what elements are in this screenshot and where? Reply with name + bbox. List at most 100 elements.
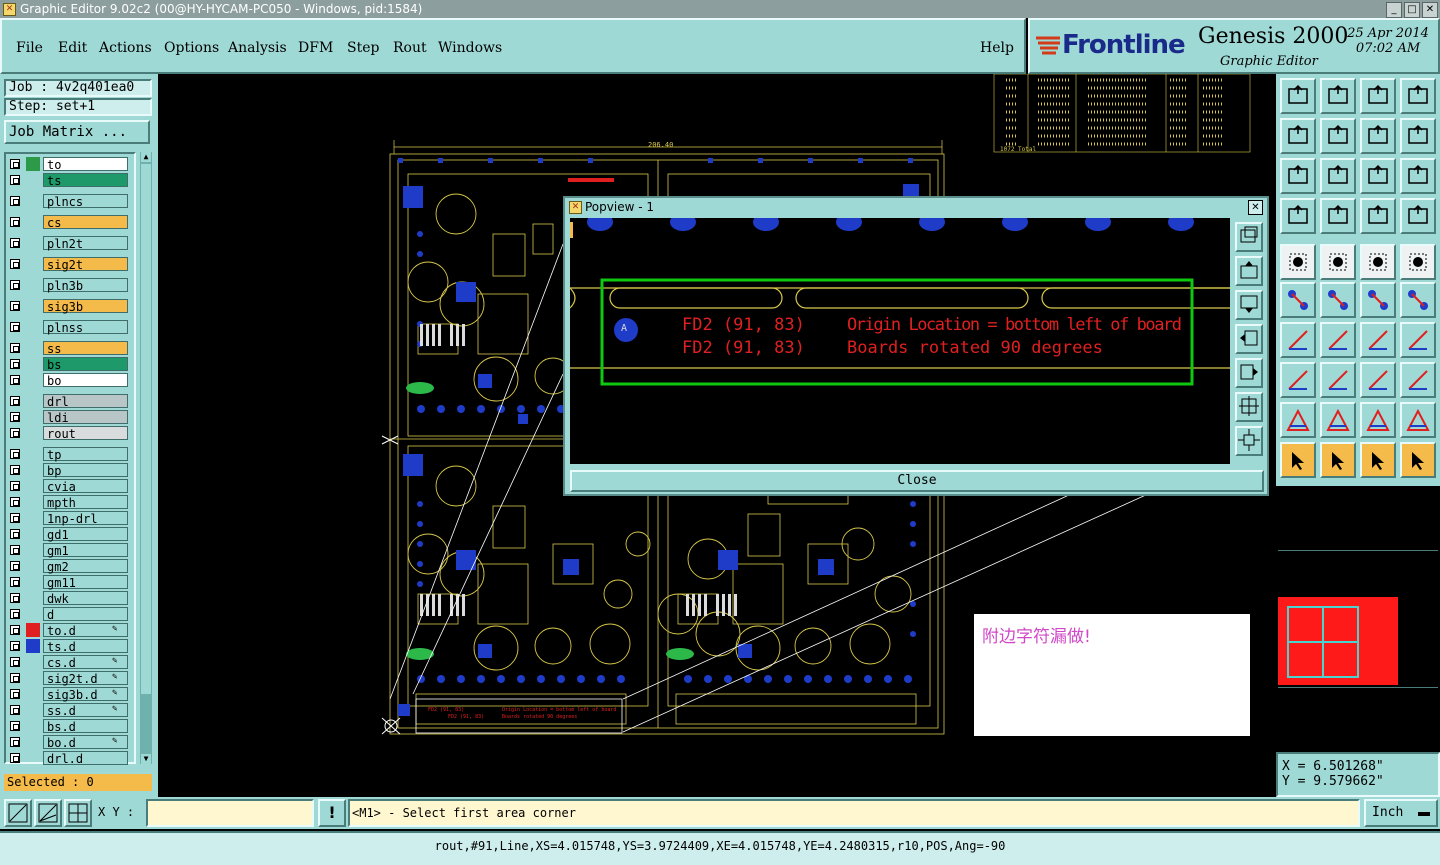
layer-name[interactable]: plnss [43, 320, 128, 335]
layer-checkbox[interactable] [10, 343, 20, 353]
layer-row-gm1[interactable]: gm1 [6, 542, 138, 558]
layer-checkbox[interactable] [10, 529, 20, 539]
layer-name[interactable]: rout [43, 426, 128, 441]
layer-color-swatch[interactable] [26, 373, 40, 387]
layer-checkbox[interactable] [10, 259, 20, 269]
layer-color-swatch[interactable] [26, 426, 40, 440]
layer-row-to-d[interactable]: to.d ✎ [6, 622, 138, 638]
layer-name[interactable]: pln2t [43, 236, 128, 251]
layer-checkbox[interactable] [10, 301, 20, 311]
snap-tool-button-2[interactable] [34, 799, 62, 827]
layer-name[interactable]: cvia [43, 479, 128, 494]
layer-checkbox[interactable] [10, 322, 20, 332]
minimize-button[interactable]: _ [1386, 2, 1402, 18]
layer-row-sig3b[interactable]: sig3b [6, 298, 138, 314]
layer-name[interactable]: gd1 [43, 527, 128, 542]
layer-name[interactable]: ts.d [43, 639, 128, 654]
layer-checkbox[interactable] [10, 375, 20, 385]
layer-color-swatch[interactable] [26, 157, 40, 171]
layer-row-drl-d[interactable]: drl.d [6, 750, 138, 766]
home-view-tool-button[interactable] [1280, 78, 1316, 114]
overview-map[interactable] [1278, 550, 1438, 688]
layer-checkbox[interactable] [10, 359, 20, 369]
layer-row-gm11[interactable]: gm11 [6, 574, 138, 590]
layer-checkbox[interactable] [10, 625, 20, 635]
layer-name[interactable]: drl.d [43, 751, 128, 766]
layer-checkbox[interactable] [10, 657, 20, 667]
layer-color-swatch[interactable] [26, 751, 40, 765]
layer-row-mpth[interactable]: mpth [6, 494, 138, 510]
pointer-route-tool-button[interactable] [1400, 442, 1436, 478]
layer-checkbox[interactable] [10, 577, 20, 587]
layer-color-swatch[interactable] [26, 623, 40, 637]
layer-checkbox[interactable] [10, 513, 20, 523]
layer-name[interactable]: gm11 [43, 575, 128, 590]
popview-zoom-fit-button[interactable] [1235, 222, 1263, 252]
layer-row-bo-d[interactable]: bo.d ✎ [6, 734, 138, 750]
alert-button[interactable]: ! [318, 799, 346, 827]
layer-color-swatch[interactable] [26, 278, 40, 292]
angle-line-tool-button[interactable] [1280, 322, 1316, 358]
layer-checkbox[interactable] [10, 641, 20, 651]
triangle-b-tool-button[interactable] [1320, 402, 1356, 438]
job-matrix-button[interactable]: Job Matrix ... [4, 120, 150, 144]
move-tool-button[interactable] [1360, 282, 1396, 318]
layer-name[interactable]: gm1 [43, 543, 128, 558]
layer-row-gm2[interactable]: gm2 [6, 558, 138, 574]
layer-row-ss-d[interactable]: ss.d ✎ [6, 702, 138, 718]
measure-tool-button[interactable] [1280, 198, 1316, 234]
layer-color-swatch[interactable] [26, 357, 40, 371]
scroll-up-arrow-icon[interactable]: ▲ [141, 152, 151, 162]
layer-checkbox[interactable] [10, 196, 20, 206]
popview-title-bar[interactable]: ✕ Popview - 1 ✕ [565, 198, 1267, 216]
layer-color-swatch[interactable] [26, 410, 40, 424]
layer-row-ldi[interactable]: ldi [6, 409, 138, 425]
layer-color-swatch[interactable] [26, 257, 40, 271]
layer-row-ts[interactable]: ts [6, 172, 138, 188]
popview-zoom-in-button[interactable] [1235, 392, 1263, 422]
rotate-tool-button[interactable] [1360, 322, 1396, 358]
xy-input[interactable] [146, 799, 314, 827]
snap-tool-button-1[interactable] [4, 799, 32, 827]
layer-checkbox[interactable] [10, 238, 20, 248]
layer-row-bo[interactable]: bo [6, 372, 138, 388]
layer-name[interactable]: cs [43, 215, 128, 230]
layer-row-1np-drl[interactable]: 1np-drl [6, 510, 138, 526]
layer-row-to[interactable]: to [6, 156, 138, 172]
redraw-tool-button[interactable] [1400, 118, 1436, 154]
snap-line-tool-button[interactable] [1320, 244, 1356, 280]
layer-row-tp[interactable]: tp [6, 446, 138, 462]
pan-left-tool-button[interactable] [1280, 118, 1316, 154]
layer-color-swatch[interactable] [26, 591, 40, 605]
cross-tool-button[interactable] [1320, 282, 1356, 318]
layer-row-sig3b-d[interactable]: sig3b.d ✎ [6, 686, 138, 702]
zoom-center-tool-button[interactable] [1320, 158, 1356, 194]
maximize-button[interactable]: □ [1404, 2, 1420, 18]
layer-color-swatch[interactable] [26, 527, 40, 541]
popview-canvas[interactable]: A FD2 (91, 83) Origin Location = bottom … [570, 218, 1230, 464]
house-tool-button[interactable] [1360, 78, 1396, 114]
layer-row-ss[interactable]: ss [6, 340, 138, 356]
layer-row-cvia[interactable]: cvia [6, 478, 138, 494]
layer-row-bs-d[interactable]: bs.d [6, 718, 138, 734]
popview-pan-right-button[interactable] [1235, 358, 1263, 388]
layer-color-swatch[interactable] [26, 559, 40, 573]
layer-color-swatch[interactable] [26, 543, 40, 557]
zoom-prev-tool-button[interactable] [1320, 78, 1356, 114]
layer-checkbox[interactable] [10, 593, 20, 603]
snap-point-tool-button[interactable] [1280, 244, 1316, 280]
layer-checkbox[interactable] [10, 217, 20, 227]
popview-window[interactable]: ✕ Popview - 1 ✕ A FD2 (91, 83) Origin Lo… [563, 196, 1269, 496]
layer-name[interactable]: to [43, 157, 128, 172]
diagonal-tool-button[interactable] [1320, 322, 1356, 358]
layer-row-cs[interactable]: cs [6, 214, 138, 230]
layer-name[interactable]: bp [43, 463, 128, 478]
layer-checkbox[interactable] [10, 561, 20, 571]
layer-name[interactable]: ldi [43, 410, 128, 425]
dimension-tool-button[interactable] [1360, 362, 1396, 398]
menu-analysis[interactable]: Analysis [228, 40, 287, 56]
layer-checkbox[interactable] [10, 280, 20, 290]
layer-row-ts-d[interactable]: ts.d [6, 638, 138, 654]
layer-color-swatch[interactable] [26, 479, 40, 493]
close-window-button[interactable]: ✕ [1422, 2, 1438, 18]
